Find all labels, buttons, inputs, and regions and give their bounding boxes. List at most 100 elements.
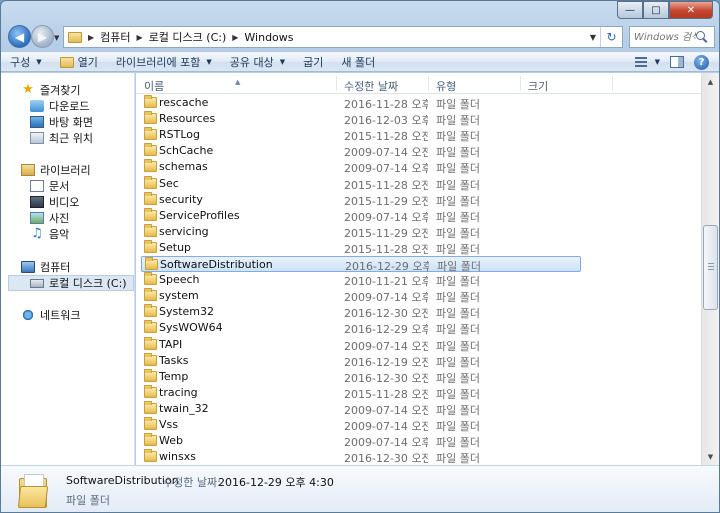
table-row[interactable]: SoftwareDistribution2016-12-29 오후 ...파일 … — [141, 256, 581, 273]
file-modified-date: 2009-07-14 오전 ... — [344, 340, 428, 353]
sidebar-item-music[interactable]: 음악 — [30, 226, 69, 242]
table-row[interactable]: System32 2016-12-30 오전 ... 파일 폴더 — [141, 304, 581, 320]
open-button[interactable]: 열기 — [51, 53, 107, 71]
column-divider[interactable] — [520, 76, 521, 91]
help-icon[interactable]: ? — [694, 54, 709, 70]
sidebar-item-network[interactable]: 네트워크 — [21, 307, 80, 323]
sidebar-item-favorites[interactable]: 즐겨찾기 — [21, 82, 80, 98]
chevron-right-icon[interactable]: ▶ — [88, 33, 94, 42]
sidebar-item-videos[interactable]: 비디오 — [30, 194, 79, 210]
table-row[interactable]: Temp 2016-12-30 오전 ... 파일 폴더 — [141, 369, 581, 385]
sidebar-item-label: 최근 위치 — [49, 132, 93, 145]
computer-icon — [21, 261, 35, 273]
table-row[interactable]: SysWOW64 2016-12-29 오후 ... 파일 폴더 — [141, 320, 581, 336]
burn-button[interactable]: 굽기 — [294, 53, 332, 71]
sidebar-item-desktop[interactable]: 바탕 화면 — [30, 114, 93, 130]
table-row[interactable]: Sec 2015-11-28 오전 ... 파일 폴더 — [141, 176, 581, 192]
breadcrumb-local-disk[interactable]: 로컬 디스크 (C:) — [149, 29, 227, 45]
breadcrumb-computer[interactable]: 컴퓨터 — [100, 29, 130, 45]
table-row[interactable]: Web 2009-07-14 오후 ... 파일 폴더 — [141, 433, 581, 449]
sidebar-item-pictures[interactable]: 사진 — [30, 210, 69, 226]
file-modified-date: 2009-07-14 오후 ... — [344, 291, 428, 304]
refresh-button[interactable]: ↻ — [600, 27, 622, 47]
scroll-up-arrow-icon[interactable]: ▲ — [702, 73, 719, 90]
breadcrumb-windows[interactable]: Windows — [244, 31, 293, 44]
sidebar-item-documents[interactable]: 문서 — [30, 178, 69, 194]
search-box[interactable] — [629, 26, 715, 48]
table-row[interactable]: SchCache 2009-07-14 오전 ... 파일 폴더 — [141, 143, 581, 159]
column-header-size[interactable]: 크기 — [528, 78, 548, 94]
table-row[interactable]: Tasks 2016-12-19 오전 ... 파일 폴더 — [141, 353, 581, 369]
recent-pages-dropdown[interactable]: ▼ — [54, 34, 59, 42]
file-name: winsxs — [159, 450, 196, 463]
file-modified-date: 2016-12-19 오전 ... — [344, 356, 428, 369]
close-button[interactable]: ✕ — [669, 1, 713, 19]
column-divider[interactable] — [336, 76, 337, 91]
explorer-window: — □ ✕ ◀ ▶ ▼ ▶ 컴퓨터 ▶ 로컬 디스크 (C:) ▶ Window… — [0, 0, 720, 513]
table-row[interactable]: TAPI 2009-07-14 오전 ... 파일 폴더 — [141, 337, 581, 353]
sidebar-item-downloads[interactable]: 다운로드 — [30, 98, 89, 114]
table-row[interactable]: RSTLog 2015-11-28 오전 ... 파일 폴더 — [141, 127, 581, 143]
column-divider[interactable] — [612, 76, 613, 91]
address-bar[interactable]: ▶ 컴퓨터 ▶ 로컬 디스크 (C:) ▶ Windows ▼ ↻ — [63, 26, 623, 48]
chevron-right-icon[interactable]: ▶ — [137, 33, 143, 42]
file-type: 파일 폴더 — [436, 211, 480, 224]
file-modified-date: 2015-11-28 오전 ... — [344, 130, 428, 143]
forward-button[interactable]: ▶ — [31, 25, 54, 48]
change-view-icon[interactable] — [634, 57, 647, 67]
table-row[interactable]: twain_32 2009-07-14 오전 ... 파일 폴더 — [141, 401, 581, 417]
include-in-library-menu[interactable]: 라이브러리에 포함 ▼ — [107, 53, 221, 71]
column-header-name[interactable]: 이름 — [144, 78, 164, 94]
vertical-scrollbar[interactable]: ▲ ▼ — [701, 73, 719, 465]
table-row[interactable]: rescache 2016-11-28 오후 ... 파일 폴더 — [141, 95, 581, 111]
sidebar-item-computer[interactable]: 컴퓨터 — [21, 259, 70, 275]
table-row[interactable]: tracing 2015-11-28 오전 ... 파일 폴더 — [141, 385, 581, 401]
command-bar: 구성 ▼ 열기 라이브러리에 포함 ▼ 공유 대상 ▼ 굽기 새 폴더 ▼ ? — [1, 52, 719, 72]
column-header-modified[interactable]: 수정한 날짜 — [344, 78, 398, 94]
table-row[interactable]: winsxs 2016-12-30 오전 ... 파일 폴더 — [141, 449, 581, 465]
table-row[interactable]: security 2015-11-29 오전 ... 파일 폴더 — [141, 192, 581, 208]
scrollbar-thumb[interactable] — [703, 225, 718, 310]
column-divider[interactable] — [428, 76, 429, 91]
file-type: 파일 폴더 — [436, 275, 480, 288]
file-name: Resources — [159, 112, 216, 125]
file-type: 파일 폴더 — [436, 404, 480, 417]
folder-icon — [144, 224, 157, 237]
table-row[interactable]: servicing 2015-11-29 오전 ... 파일 폴더 — [141, 224, 581, 240]
sidebar-item-recent[interactable]: 최근 위치 — [30, 130, 93, 146]
file-name: Speech — [159, 273, 200, 286]
view-options-dropdown-icon[interactable]: ▼ — [655, 58, 660, 66]
sidebar-item-local-disk[interactable]: 로컬 디스크 (C:) — [8, 275, 134, 291]
folder-icon — [144, 385, 157, 398]
table-row[interactable]: Speech 2010-11-21 오후 ... 파일 폴더 — [141, 272, 581, 288]
scroll-down-arrow-icon[interactable]: ▼ — [702, 448, 719, 465]
table-row[interactable]: Resources 2016-12-03 오후 ... 파일 폴더 — [141, 111, 581, 127]
share-with-menu[interactable]: 공유 대상 ▼ — [221, 53, 294, 71]
table-row[interactable]: Setup 2015-11-28 오전 ... 파일 폴더 — [141, 240, 581, 256]
organize-menu[interactable]: 구성 ▼ — [1, 53, 51, 71]
column-header-type[interactable]: 유형 — [436, 78, 456, 94]
file-name: Web — [159, 434, 183, 447]
sidebar-item-label: 비디오 — [49, 196, 80, 209]
minimize-button[interactable]: — — [617, 1, 643, 19]
chevron-right-icon[interactable]: ▶ — [232, 33, 238, 42]
search-icon[interactable] — [696, 31, 708, 43]
table-row[interactable]: Vss 2009-07-14 오전 ... 파일 폴더 — [141, 417, 581, 433]
folder-open-icon — [59, 56, 74, 68]
preview-pane-icon[interactable] — [670, 56, 684, 68]
maximize-button[interactable]: □ — [643, 1, 669, 19]
file-type: 파일 폴더 — [436, 98, 480, 111]
sidebar-item-libraries[interactable]: 라이브러리 — [21, 162, 91, 178]
file-name: System32 — [159, 305, 215, 318]
address-dropdown-icon[interactable]: ▼ — [586, 33, 600, 42]
back-button[interactable]: ◀ — [8, 25, 31, 48]
file-modified-date: 2015-11-29 오전 ... — [344, 227, 428, 240]
table-row[interactable]: schemas 2009-07-14 오후 ... 파일 폴더 — [141, 159, 581, 175]
table-row[interactable]: ServiceProfiles 2009-07-14 오후 ... 파일 폴더 — [141, 208, 581, 224]
file-type: 파일 폴더 — [436, 130, 480, 143]
details-item-name: SoftwareDistribution — [66, 474, 179, 487]
search-input[interactable] — [634, 31, 696, 43]
new-folder-button[interactable]: 새 폴더 — [332, 53, 384, 71]
file-name: TAPI — [159, 338, 183, 351]
table-row[interactable]: system 2009-07-14 오후 ... 파일 폴더 — [141, 288, 581, 304]
